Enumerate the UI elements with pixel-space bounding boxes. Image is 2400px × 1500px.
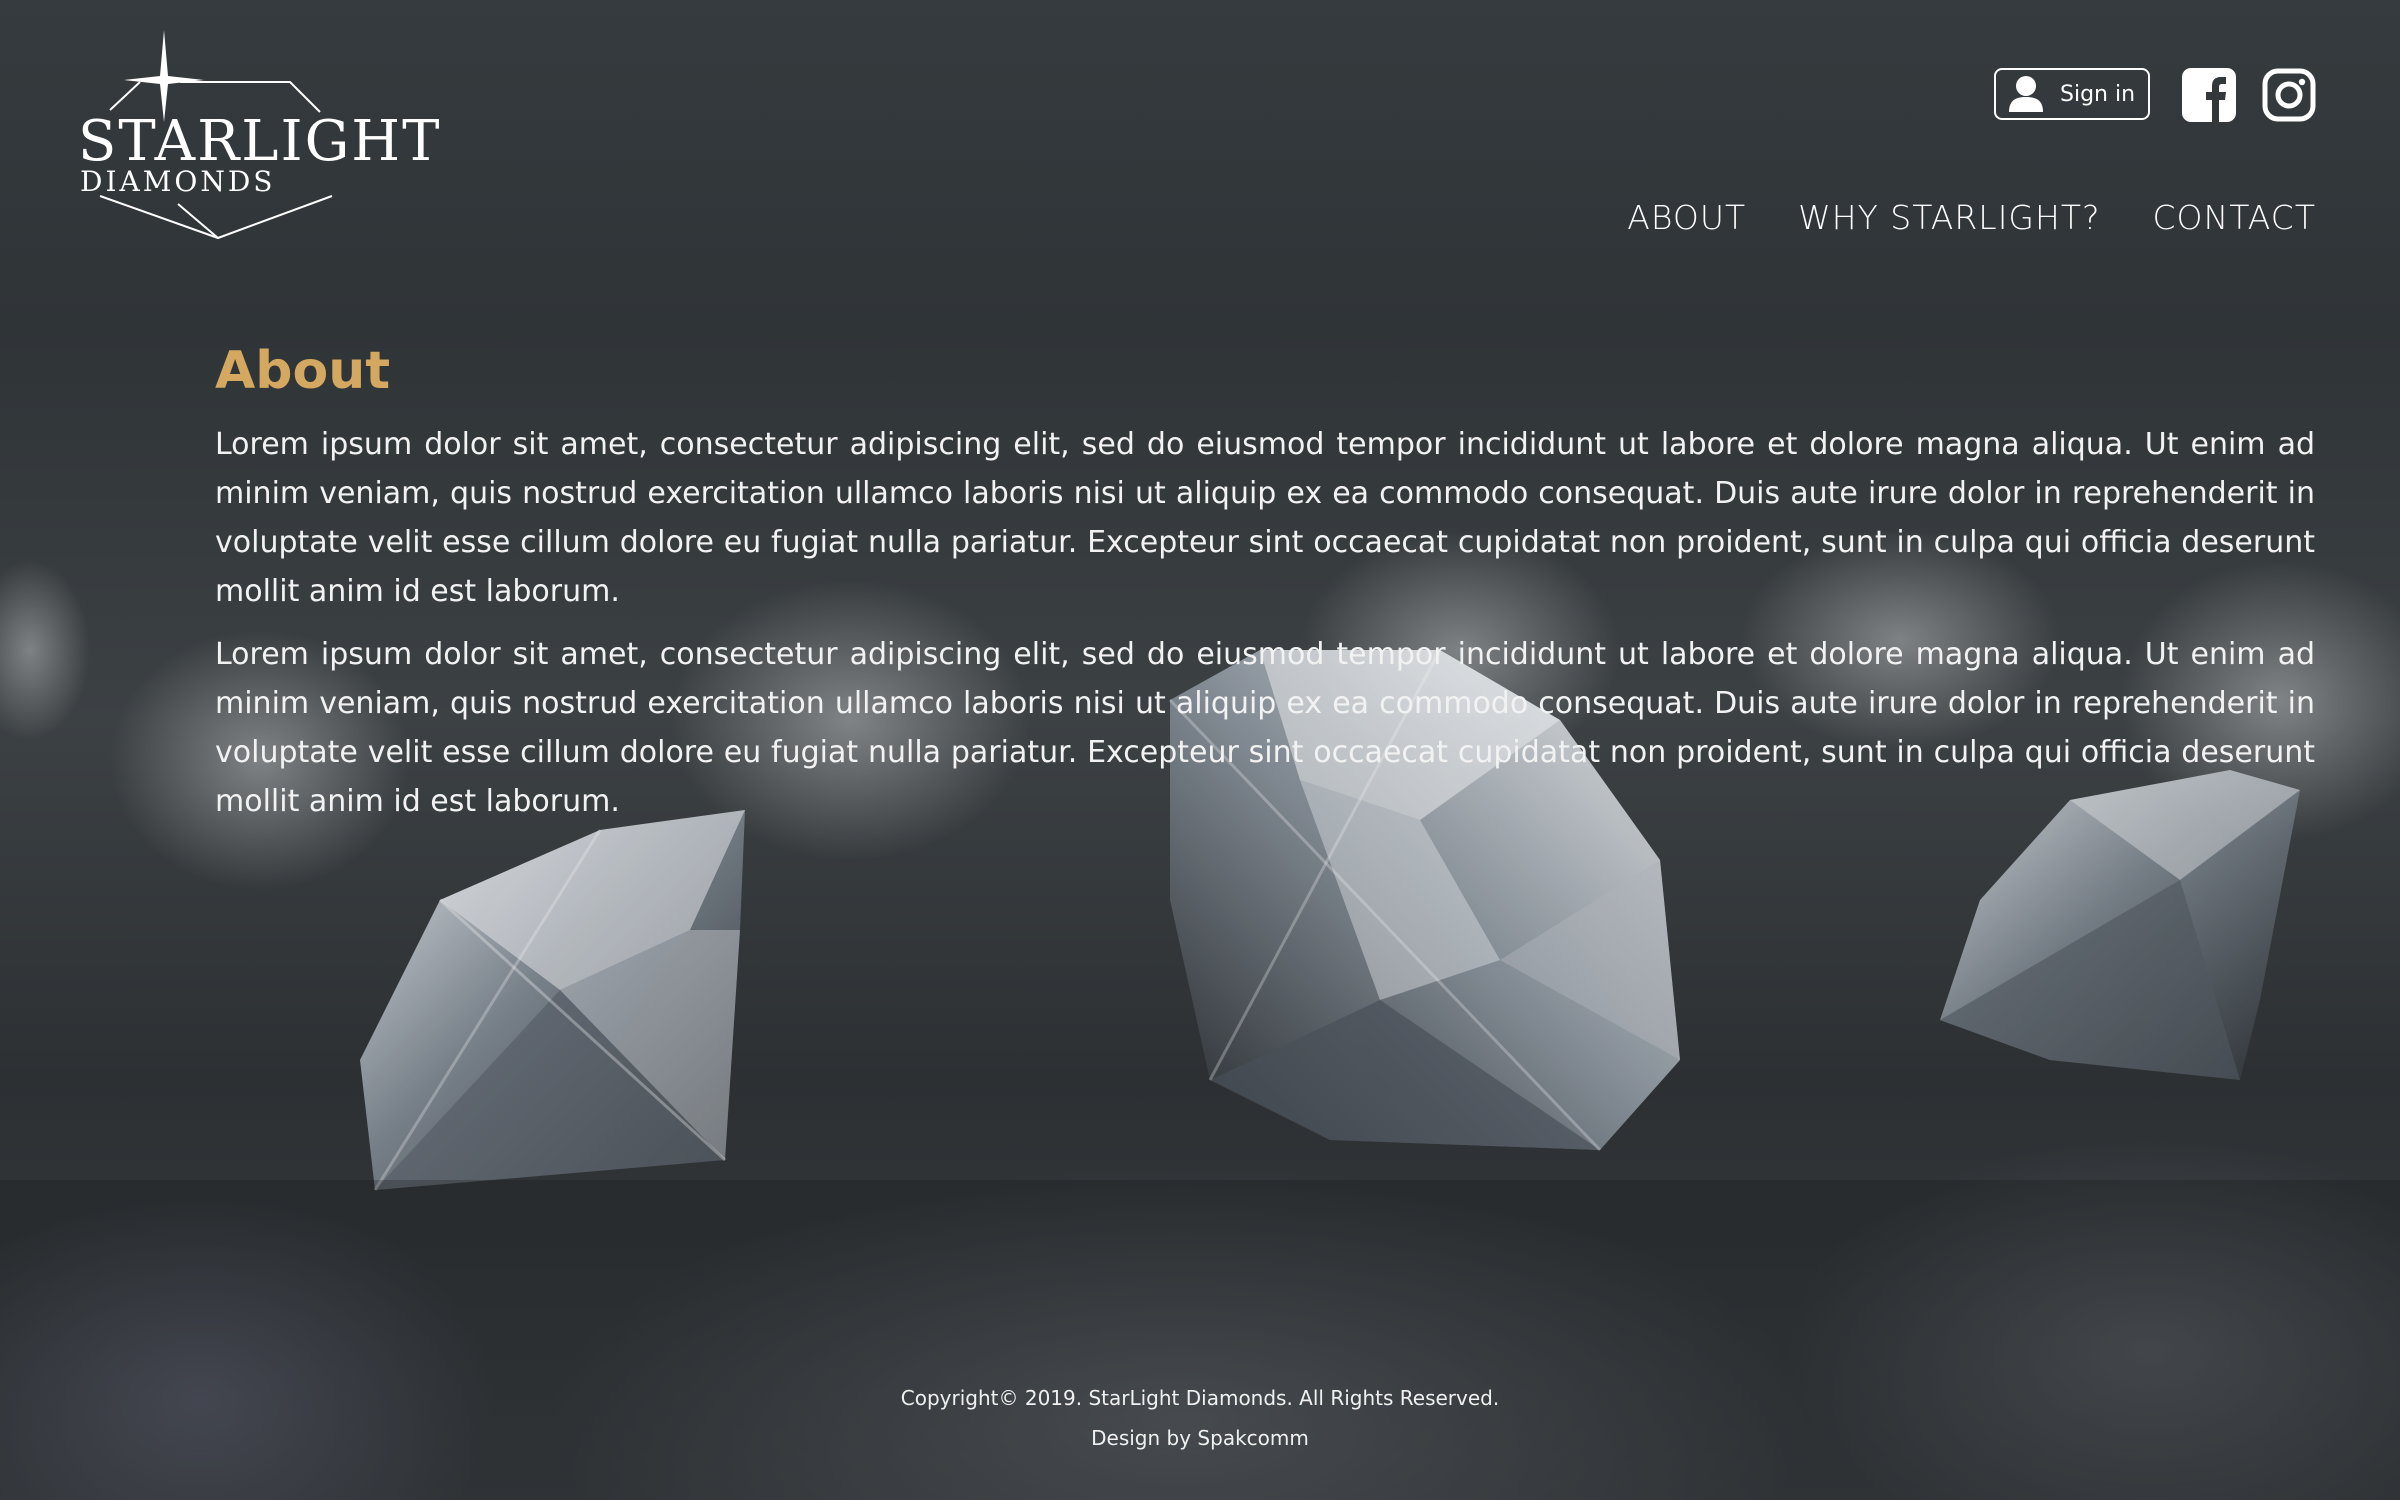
main-nav: ABOUT WHY STARLIGHT? CONTACT [1627, 198, 2316, 237]
page-title: About [215, 341, 391, 401]
nav-item-about[interactable]: ABOUT [1627, 198, 1746, 237]
copyright-text: Copyright© 2019. StarLight Diamonds. All… [900, 1386, 1500, 1410]
facebook-icon[interactable] [2182, 68, 2236, 122]
brand-title: STARLIGHT [78, 109, 442, 174]
footer: Copyright© 2019. StarLight Diamonds. All… [0, 1378, 2400, 1458]
logo[interactable]: STARLIGHT DIAMONDS [70, 28, 440, 248]
sign-in-button[interactable]: Sign in [1994, 68, 2150, 120]
about-paragraph: Lorem ipsum dolor sit amet, consectetur … [215, 636, 2315, 819]
instagram-icon[interactable] [2262, 68, 2316, 122]
about-section: About Lorem ipsum dolor sit amet, consec… [215, 341, 2315, 840]
sign-in-label: Sign in [2060, 81, 2136, 107]
nav-item-contact[interactable]: CONTACT [2153, 198, 2317, 237]
design-credit: Design by Spakcomm [1091, 1426, 1309, 1450]
nav-item-why-starlight[interactable]: WHY STARLIGHT? [1798, 198, 2100, 237]
brand-subtitle: DIAMONDS [80, 165, 276, 198]
user-icon [2009, 76, 2043, 112]
page: STARLIGHT DIAMONDS Sign in ABOUT WHY STA… [0, 0, 2400, 1500]
about-paragraph: Lorem ipsum dolor sit amet, consectetur … [215, 426, 2315, 609]
